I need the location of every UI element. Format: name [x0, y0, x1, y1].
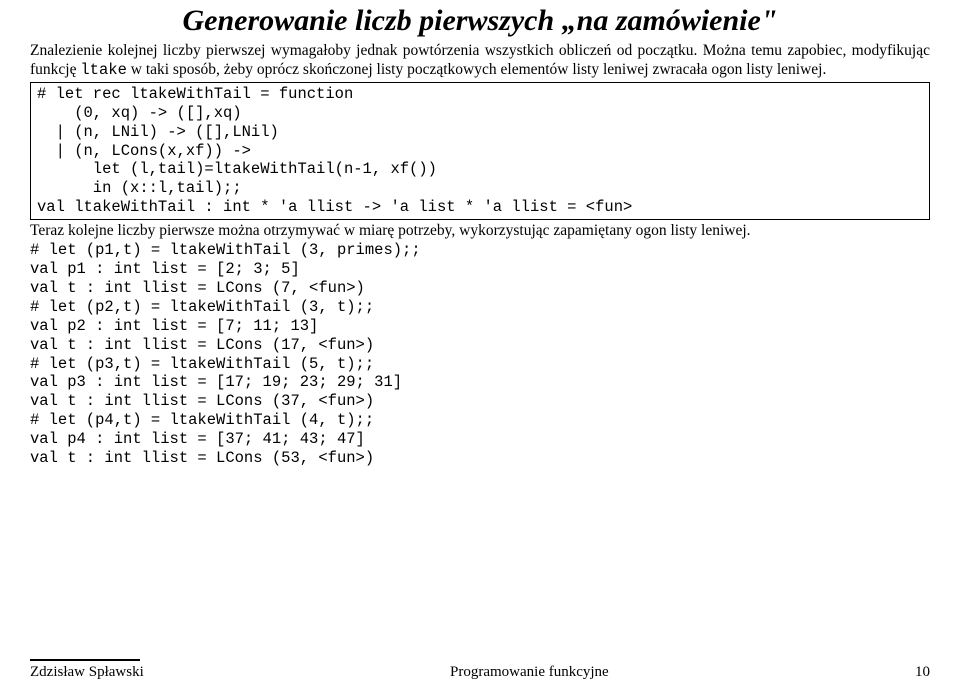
mid-paragraph: Teraz kolejne liczby pierwsze można otrz…: [30, 222, 930, 241]
footer-rule: [30, 659, 140, 661]
intro-paragraph: Znalezienie kolejnej liczby pierwszej wy…: [30, 42, 930, 80]
footer-title: Programowanie funkcyjne: [144, 664, 915, 681]
footer-author: Zdzisław Spławski: [30, 664, 144, 681]
code-block-session: # let (p1,t) = ltakeWithTail (3, primes)…: [30, 241, 930, 468]
inline-code-ltake: ltake: [80, 61, 127, 79]
page-footer: Zdzisław Spławski Programowanie funkcyjn…: [30, 659, 930, 681]
footer-page-number: 10: [915, 664, 930, 681]
code-block-definition: # let rec ltakeWithTail = function (0, x…: [30, 82, 930, 220]
intro-text-b: w taki sposób, żeby oprócz skończonej li…: [127, 61, 826, 78]
page-title: Generowanie liczb pierwszych „na zamówie…: [30, 4, 930, 38]
